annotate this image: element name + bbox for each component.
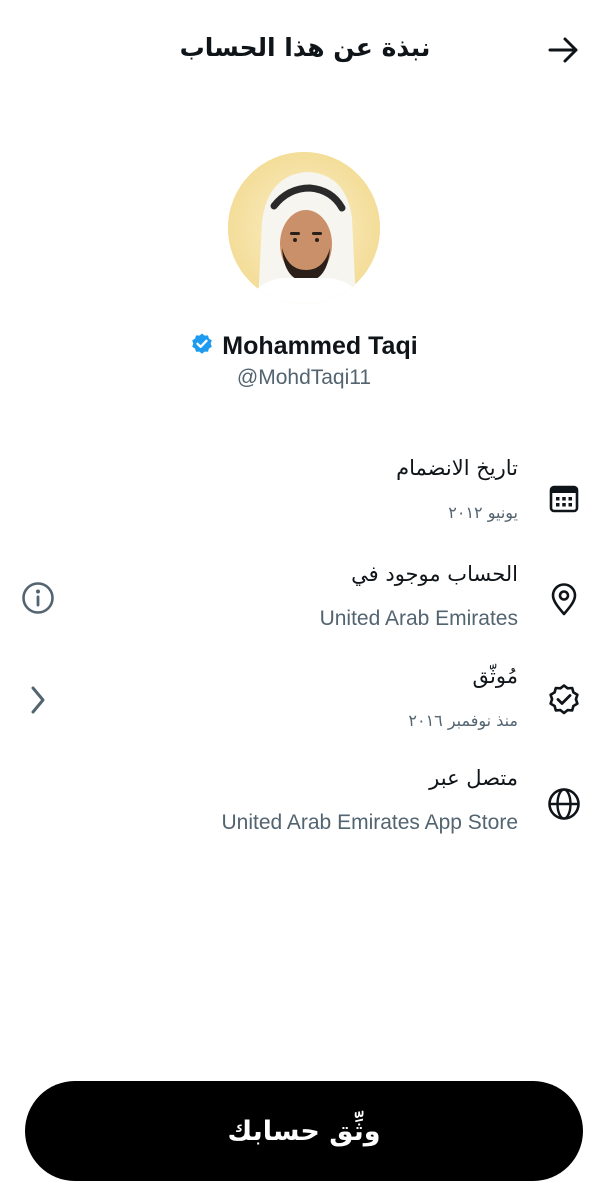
arrow-right-icon xyxy=(548,36,580,68)
avatar-image xyxy=(228,152,380,304)
info-row-location: الحساب موجود في United Arab Emirates xyxy=(0,558,608,648)
info-icon xyxy=(21,581,55,619)
verified-badge-icon[interactable] xyxy=(190,332,214,360)
info-row-verified[interactable]: مُوثّق منذ نوفمبر ٢٠١٦ xyxy=(0,660,608,750)
info-row-joined: تاريخ الانضمام يونيو ٢٠١٢ xyxy=(0,452,608,542)
location-pin-icon xyxy=(544,580,584,620)
avatar[interactable] xyxy=(228,152,380,304)
chevron-left-icon xyxy=(28,684,48,720)
verified-value: منذ نوفمبر ٢٠١٦ xyxy=(408,711,518,730)
location-label: الحساب موجود في xyxy=(351,562,518,586)
joined-label: تاريخ الانضمام xyxy=(396,456,518,480)
verify-account-button[interactable]: وثِّق حسابك xyxy=(25,1081,583,1181)
verified-outline-icon xyxy=(544,680,584,720)
username: @MohdTaqi11 xyxy=(236,366,372,389)
display-name: Mohammed Taqi xyxy=(222,331,418,360)
info-row-connected: متصل عبر United Arab Emirates App Store xyxy=(0,762,608,852)
globe-icon xyxy=(544,784,584,824)
display-name-row: Mohammed Taqi xyxy=(0,328,608,364)
connected-value: United Arab Emirates App Store xyxy=(221,811,519,834)
joined-value: يونيو ٢٠١٢ xyxy=(448,503,518,522)
location-info-button[interactable] xyxy=(18,580,58,620)
calendar-icon xyxy=(544,478,584,518)
verified-details-button[interactable] xyxy=(18,682,58,722)
top-bar: نبذة عن هذا الحساب xyxy=(0,0,608,100)
verified-label: مُوثّق xyxy=(472,664,518,688)
back-button[interactable] xyxy=(540,32,588,72)
connected-label: متصل عبر xyxy=(429,766,518,790)
location-value: United Arab Emirates xyxy=(319,607,518,630)
page-title: نبذة عن هذا الحساب xyxy=(179,33,431,62)
